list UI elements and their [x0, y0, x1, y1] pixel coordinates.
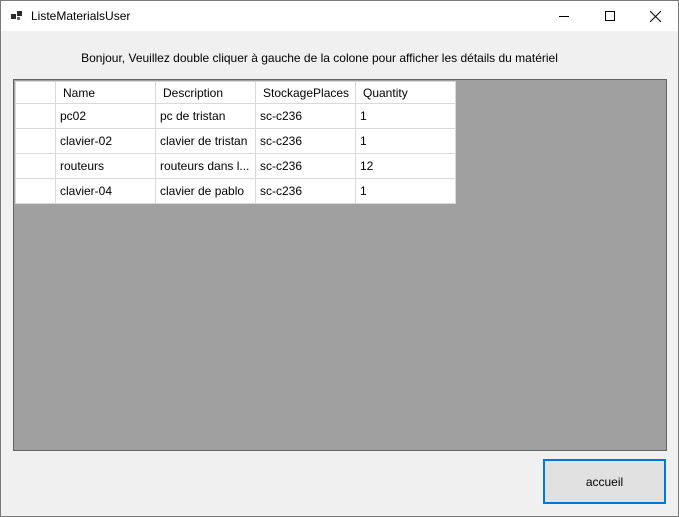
table-row[interactable]: routeurs routeurs dans l... sc-c236 12	[15, 153, 456, 179]
corner-header-cell[interactable]	[15, 81, 56, 104]
cell-quantity[interactable]: 1	[355, 103, 456, 129]
cell-description[interactable]: clavier de pablo	[155, 178, 256, 204]
window-title: ListeMaterialsUser	[31, 9, 131, 23]
close-button[interactable]	[632, 1, 678, 31]
cell-description[interactable]: routeurs dans l...	[155, 153, 256, 179]
cell-name[interactable]: clavier-02	[55, 128, 156, 154]
accueil-button[interactable]: accueil	[543, 459, 666, 504]
materials-grid[interactable]: Name Description StockagePlaces Quantity…	[13, 79, 667, 451]
close-icon	[649, 10, 661, 22]
cell-stockageplaces[interactable]: sc-c236	[255, 153, 356, 179]
maximize-button[interactable]	[587, 1, 633, 31]
header-row: Name Description StockagePlaces Quantity	[15, 81, 456, 104]
materials-table: Name Description StockagePlaces Quantity…	[15, 81, 456, 204]
minimize-icon	[559, 11, 569, 21]
table-row[interactable]: clavier-04 clavier de pablo sc-c236 1	[15, 178, 456, 204]
row-header-cell[interactable]	[15, 128, 56, 154]
column-header-quantity[interactable]: Quantity	[355, 81, 456, 104]
column-header-stockageplaces[interactable]: StockagePlaces	[255, 81, 356, 104]
column-header-name[interactable]: Name	[55, 81, 156, 104]
maximize-icon	[605, 11, 615, 21]
cell-name[interactable]: routeurs	[55, 153, 156, 179]
cell-stockageplaces[interactable]: sc-c236	[255, 178, 356, 204]
cell-quantity[interactable]: 12	[355, 153, 456, 179]
table-row[interactable]: pc02 pc de tristan sc-c236 1	[15, 103, 456, 129]
minimize-button[interactable]	[541, 1, 587, 31]
cell-description[interactable]: pc de tristan	[155, 103, 256, 129]
row-header-cell[interactable]	[15, 178, 56, 204]
row-header-cell[interactable]	[15, 153, 56, 179]
title-bar[interactable]: ListeMaterialsUser	[1, 1, 678, 31]
cell-quantity[interactable]: 1	[355, 178, 456, 204]
cell-stockageplaces[interactable]: sc-c236	[255, 103, 356, 129]
cell-quantity[interactable]: 1	[355, 128, 456, 154]
cell-stockageplaces[interactable]: sc-c236	[255, 128, 356, 154]
app-window-icon	[11, 10, 23, 22]
cell-name[interactable]: pc02	[55, 103, 156, 129]
column-header-description[interactable]: Description	[155, 81, 256, 104]
app-window: ListeMaterialsUser Bonjour, Veuillez dou…	[0, 0, 679, 517]
cell-description[interactable]: clavier de tristan	[155, 128, 256, 154]
cell-name[interactable]: clavier-04	[55, 178, 156, 204]
table-row[interactable]: clavier-02 clavier de tristan sc-c236 1	[15, 128, 456, 154]
row-header-cell[interactable]	[15, 103, 56, 129]
instructions-label: Bonjour, Veuillez double cliquer à gauch…	[81, 51, 558, 65]
accueil-button-label: accueil	[585, 474, 624, 489]
